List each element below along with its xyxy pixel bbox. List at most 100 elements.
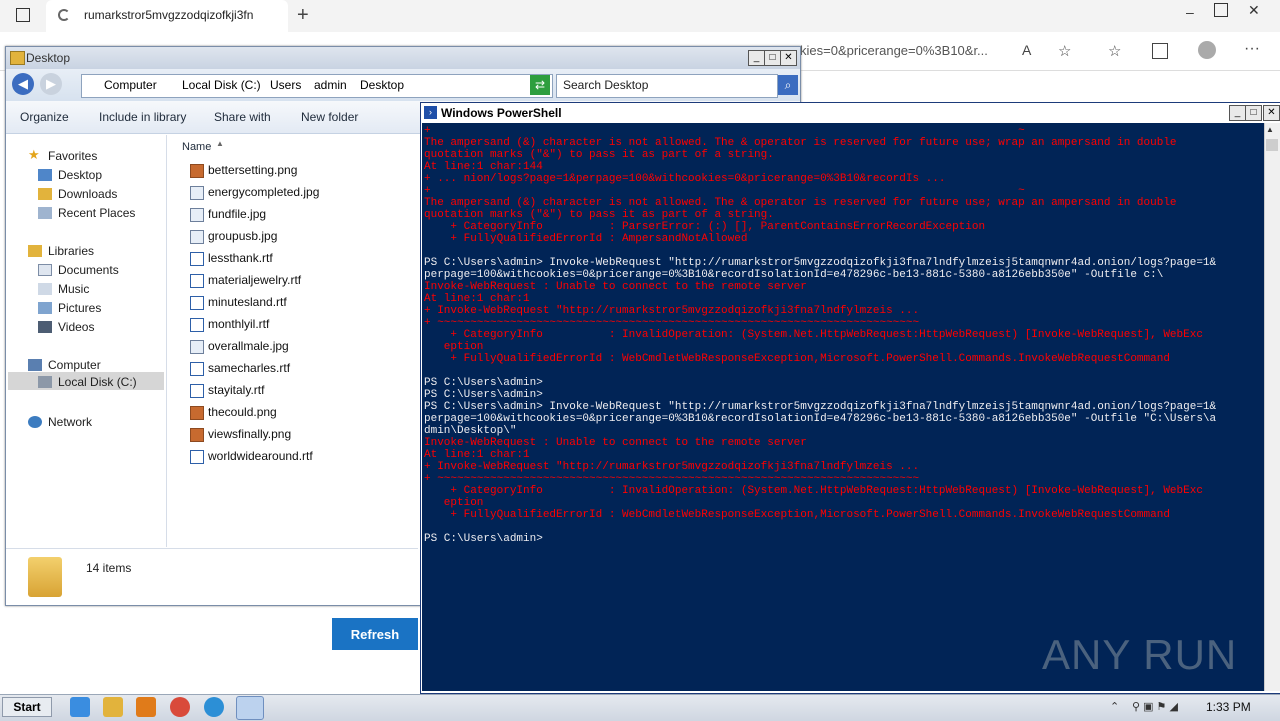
jpg-file-icon (190, 185, 204, 200)
search-input[interactable]: Search Desktop (556, 74, 778, 98)
scroll-up-icon[interactable]: ▲ (1266, 125, 1274, 134)
rtf-file-icon (190, 273, 204, 288)
breadcrumb-users[interactable]: Users (270, 78, 301, 92)
console-error-line: + CategoryInfo : InvalidOperation: (Syst… (424, 329, 1203, 341)
add-favorite-icon[interactable]: ☆ (1058, 42, 1071, 60)
chrome-icon[interactable] (170, 697, 190, 717)
folder-large-icon (28, 557, 62, 597)
tray-expand-icon[interactable]: ⌃ (1110, 700, 1119, 713)
window-close-icon[interactable]: ✕ (1248, 2, 1260, 19)
nav-pictures[interactable]: Pictures (58, 301, 101, 315)
minimize-button[interactable]: _ (748, 50, 765, 66)
rtf-file-icon (190, 295, 204, 310)
tray-icons[interactable]: ⚲ ▣ ⚑ ◢ (1132, 700, 1178, 713)
search-icon[interactable]: ⌕ (778, 75, 798, 95)
file-item[interactable]: monthlyil.rtf (190, 317, 269, 332)
ps-minimize-button[interactable]: _ (1229, 105, 1246, 121)
address-breadcrumb[interactable]: Computer Local Disk (C:) Users admin Des… (81, 74, 553, 98)
file-item[interactable]: viewsfinally.png (190, 427, 291, 442)
console-error-line: + ~ (424, 125, 1025, 137)
collections-icon[interactable] (1152, 43, 1168, 59)
breadcrumb-computer[interactable]: Computer (104, 78, 157, 92)
column-header-name[interactable]: Name (182, 141, 211, 153)
file-item[interactable]: energycompleted.jpg (190, 185, 319, 200)
edge-icon[interactable] (204, 697, 224, 717)
include-in-library-button[interactable]: Include in library (99, 110, 186, 124)
nav-local-disk[interactable]: Local Disk (C:) (58, 375, 137, 389)
breadcrumb-local-disk[interactable]: Local Disk (C:) (182, 78, 261, 92)
profile-avatar-icon[interactable] (1198, 41, 1216, 59)
read-aloud-icon[interactable]: A (1022, 42, 1031, 58)
powershell-title-bar[interactable]: › Windows PowerShell _ □ ✕ (421, 103, 1280, 123)
media-player-icon[interactable] (136, 697, 156, 717)
file-item[interactable]: materialjewelry.rtf (190, 273, 301, 288)
rtf-file-icon (190, 449, 204, 464)
scroll-thumb[interactable] (1266, 139, 1278, 151)
ie-icon[interactable] (70, 697, 90, 717)
ps-close-button[interactable]: ✕ (1263, 105, 1280, 121)
file-item[interactable]: stayitaly.rtf (190, 383, 264, 398)
close-button[interactable]: ✕ (780, 50, 797, 66)
console-error-line: + Invoke-WebRequest "http://rumarkstror5… (424, 305, 920, 317)
nav-network[interactable]: Network (48, 415, 92, 429)
file-name: monthlyil.rtf (208, 317, 270, 331)
tab-actions-icon[interactable] (16, 8, 30, 22)
window-minimize-icon[interactable]: – (1186, 4, 1194, 20)
refresh-path-icon[interactable]: ⇄ (530, 75, 550, 95)
nav-documents[interactable]: Documents (58, 263, 119, 277)
file-name: viewsfinally.png (208, 427, 292, 441)
forward-icon[interactable]: ▶ (40, 73, 62, 95)
nav-desktop[interactable]: Desktop (58, 168, 102, 182)
favorites-icon[interactable]: ☆ (1108, 42, 1121, 60)
nav-favorites[interactable]: Favorites (48, 149, 97, 163)
jpg-file-icon (190, 207, 204, 222)
explorer-title-bar[interactable]: Desktop _ □ ✕ (6, 47, 800, 69)
pictures-icon (38, 302, 52, 314)
file-item[interactable]: fundfile.jpg (190, 207, 266, 222)
file-item[interactable]: thecould.png (190, 405, 277, 420)
ps-maximize-button[interactable]: □ (1245, 105, 1262, 121)
console-line: PS C:\Users\admin> Invoke-WebRequest "ht… (424, 257, 1217, 269)
console-error-line: + CategoryInfo : InvalidOperation: (Syst… (424, 485, 1203, 497)
address-bar-url[interactable]: kies=0&pricerange=0%3B10&r... (800, 43, 988, 58)
console-scrollbar[interactable]: ▲ (1264, 123, 1280, 691)
nav-downloads[interactable]: Downloads (58, 187, 117, 201)
nav-libraries[interactable]: Libraries (48, 244, 94, 258)
start-button[interactable]: Start (2, 697, 52, 717)
breadcrumb-admin[interactable]: admin (314, 78, 347, 92)
nav-music[interactable]: Music (58, 282, 89, 296)
nav-computer[interactable]: Computer (48, 358, 101, 372)
file-item[interactable]: samecharles.rtf (190, 361, 290, 376)
organize-button[interactable]: Organize (20, 110, 69, 124)
folder-icon (10, 51, 25, 65)
powershell-taskbar-icon[interactable] (236, 696, 264, 720)
explorer-taskbar-icon[interactable] (103, 697, 123, 717)
console-error-line: + Invoke-WebRequest "http://rumarkstror5… (424, 461, 920, 473)
back-icon[interactable]: ◀ (12, 73, 34, 95)
file-item[interactable]: minutesland.rtf (190, 295, 287, 310)
file-list: Name ▲ bettersetting.png energycompleted.… (168, 135, 418, 547)
window-maximize-icon[interactable] (1214, 3, 1228, 17)
breadcrumb-desktop[interactable]: Desktop (360, 78, 404, 92)
powershell-window: › Windows PowerShell _ □ ✕ + ~ The ampers… (420, 102, 1280, 694)
console-error-line: eption (424, 497, 484, 509)
nav-videos[interactable]: Videos (58, 320, 94, 334)
more-menu-icon[interactable]: ··· (1244, 40, 1260, 58)
console-line: PS C:\Users\admin> (424, 533, 543, 545)
new-folder-button[interactable]: New folder (301, 110, 358, 124)
file-item[interactable]: worldwidearound.rtf (190, 449, 313, 464)
powershell-console[interactable]: + ~ The ampersand (&) character is not al… (422, 123, 1264, 691)
maximize-button[interactable]: □ (764, 50, 781, 66)
file-item[interactable]: groupusb.jpg (190, 229, 277, 244)
file-item[interactable]: lessthank.rtf (190, 251, 273, 266)
file-item[interactable]: overallmale.jpg (190, 339, 289, 354)
refresh-button[interactable]: Refresh (332, 618, 418, 650)
console-error-line: + ~~~~~~~~~~~~~~~~~~~~~~~~~~~~~~~~~~~~~~… (424, 317, 920, 329)
clock[interactable]: 1:33 PM (1206, 700, 1251, 714)
share-with-button[interactable]: Share with (214, 110, 271, 124)
nav-recent-places[interactable]: Recent Places (58, 206, 135, 220)
new-tab-icon[interactable]: + (297, 4, 309, 27)
videos-icon (38, 321, 52, 333)
file-item[interactable]: bettersetting.png (190, 163, 297, 178)
file-name: samecharles.rtf (208, 361, 291, 375)
